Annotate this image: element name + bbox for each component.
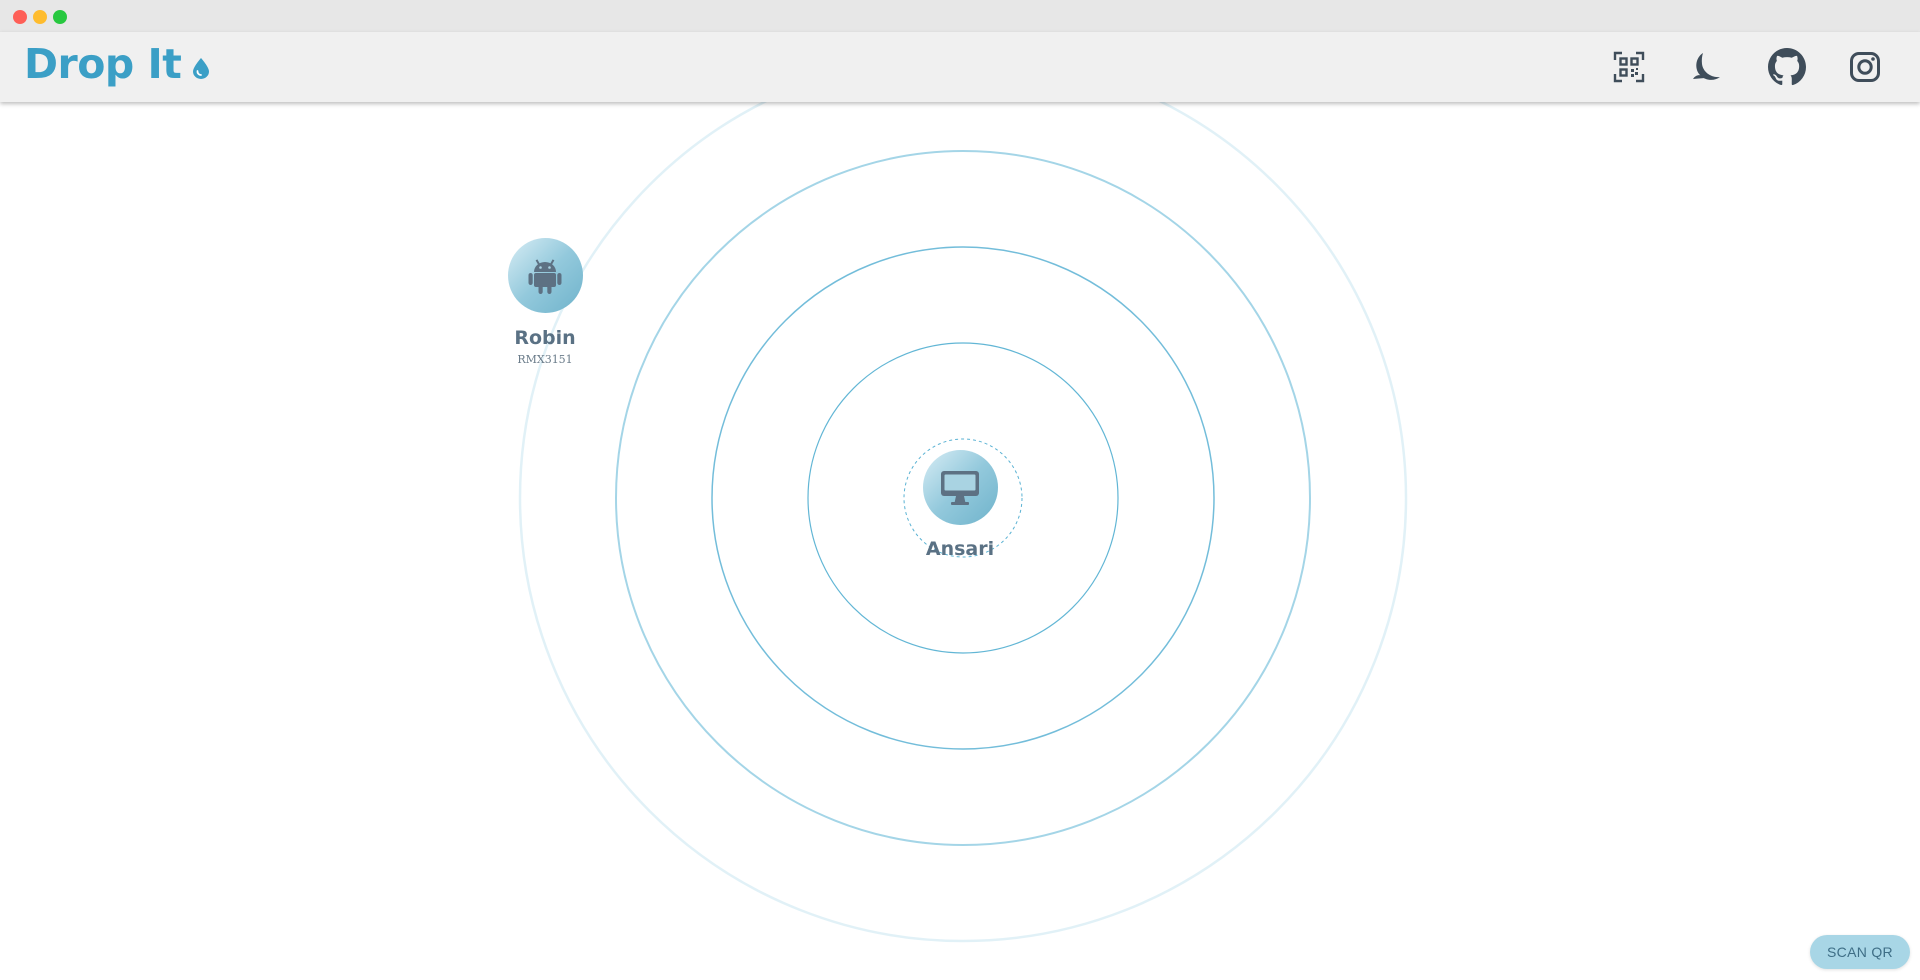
- instagram-link[interactable]: [1843, 45, 1887, 89]
- self-name: Ansari: [925, 538, 995, 560]
- water-drop-icon: [193, 58, 210, 79]
- window-title-bar: [0, 0, 1920, 32]
- app-window: Drop It Robin RMX3151 Ansari SCAN QR: [0, 0, 1920, 980]
- moon-icon: [1693, 53, 1720, 80]
- peer-device-robin[interactable]: Robin RMX3151: [495, 238, 595, 366]
- close-window-button[interactable]: [13, 10, 27, 24]
- self-avatar: [922, 450, 998, 525]
- peer-model: RMX3151: [517, 353, 573, 366]
- dark-mode-toggle[interactable]: [1684, 45, 1728, 89]
- github-icon: [1768, 48, 1806, 86]
- discovery-area: Robin RMX3151 Ansari: [0, 102, 1920, 980]
- peer-avatar: [507, 238, 583, 313]
- android-icon: [528, 258, 562, 294]
- peer-name: Robin: [514, 327, 576, 349]
- qr-code-icon: [1613, 51, 1645, 83]
- maximize-window-button[interactable]: [53, 10, 67, 24]
- github-link[interactable]: [1765, 45, 1809, 89]
- minimize-window-button[interactable]: [33, 10, 47, 24]
- brand-logo[interactable]: Drop It: [24, 40, 211, 88]
- self-device: Ansari: [893, 450, 1027, 560]
- app-header: Drop It: [0, 32, 1920, 102]
- qr-code-button[interactable]: [1607, 45, 1651, 89]
- desktop-icon: [941, 470, 979, 505]
- scan-qr-button[interactable]: SCAN QR: [1810, 935, 1910, 969]
- brand-title: Drop It: [24, 40, 182, 88]
- instagram-icon: [1850, 52, 1880, 82]
